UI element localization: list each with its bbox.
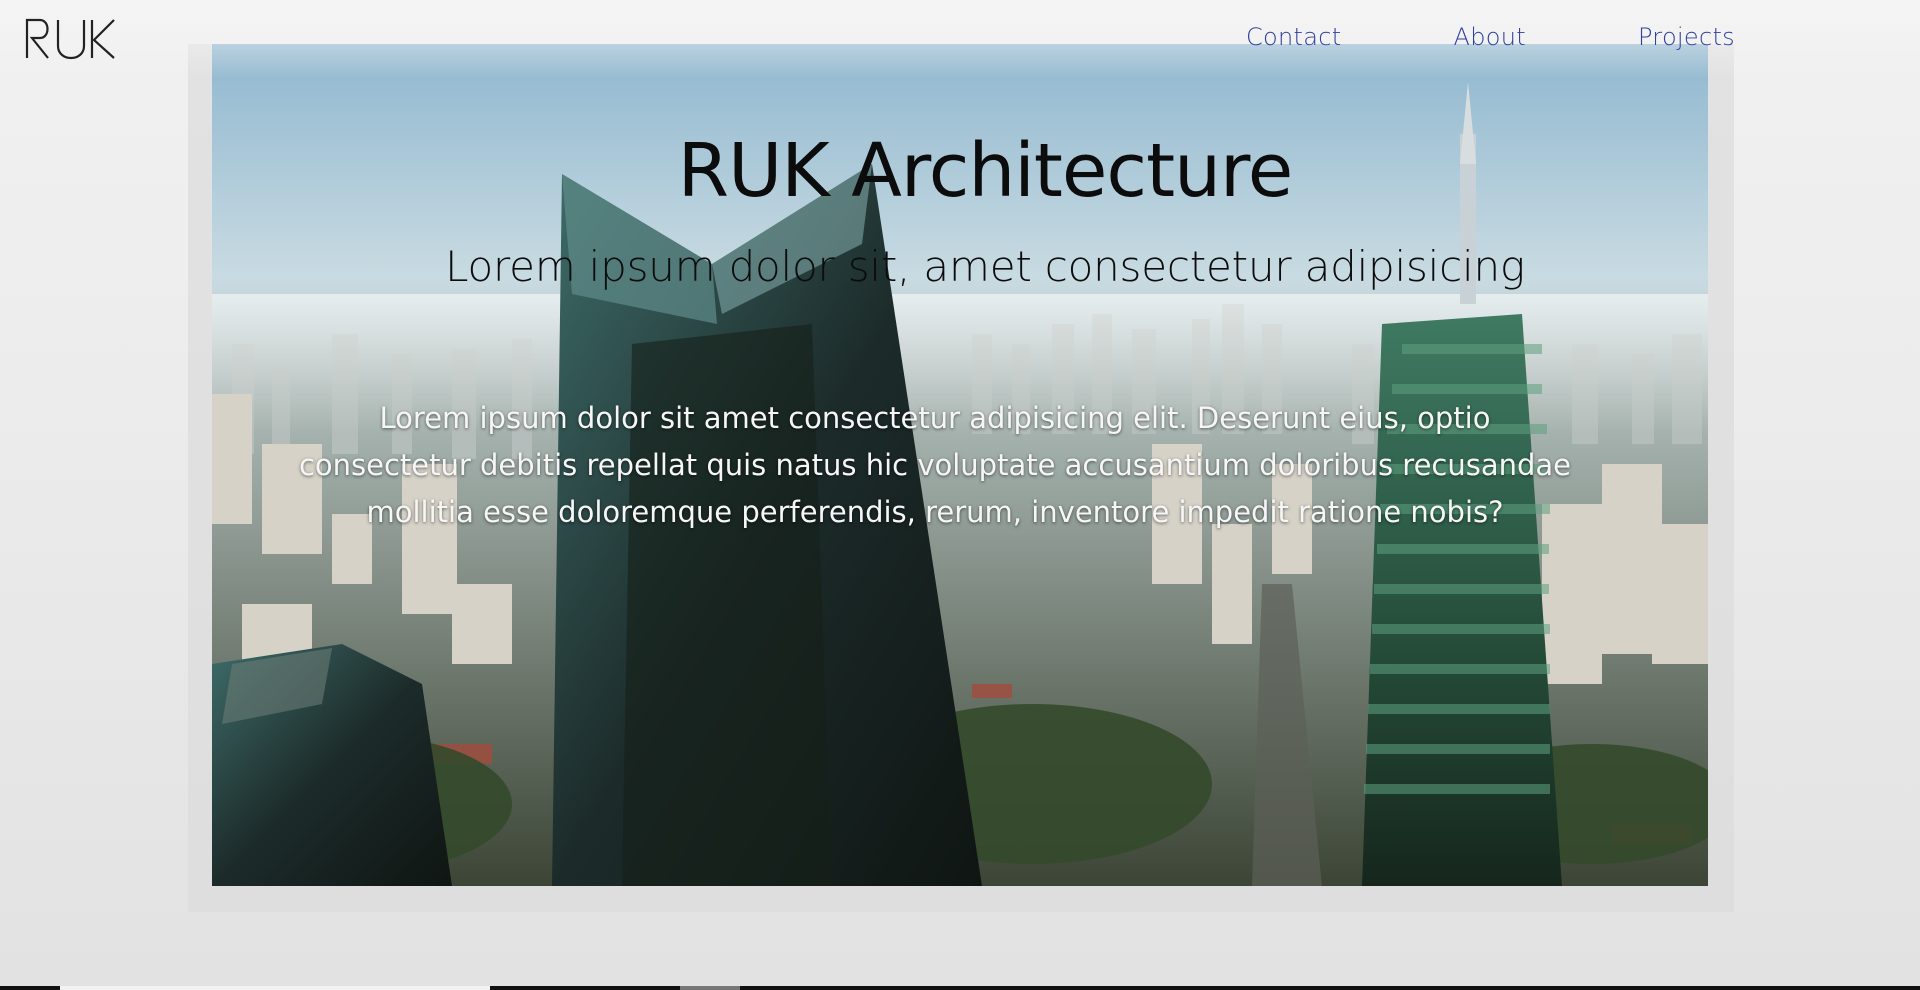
ruk-logo-icon[interactable] bbox=[24, 16, 116, 62]
nav-link-projects[interactable]: Projects bbox=[1638, 20, 1735, 54]
top-navigation-bar: Contact About Projects bbox=[0, 0, 1920, 78]
nav-link-contact[interactable]: Contact bbox=[1246, 20, 1341, 54]
nav-link-about[interactable]: About bbox=[1453, 20, 1525, 54]
hero-title: RUK Architecture bbox=[677, 128, 1294, 214]
hero-description: Lorem ipsum dolor sit amet consectetur a… bbox=[298, 401, 1572, 529]
main-nav: Contact About Projects bbox=[1246, 20, 1735, 54]
hero-subtitle: Lorem ipsum dolor sit, amet consectetur … bbox=[445, 242, 1525, 291]
bottom-progress-bar bbox=[0, 986, 1920, 990]
